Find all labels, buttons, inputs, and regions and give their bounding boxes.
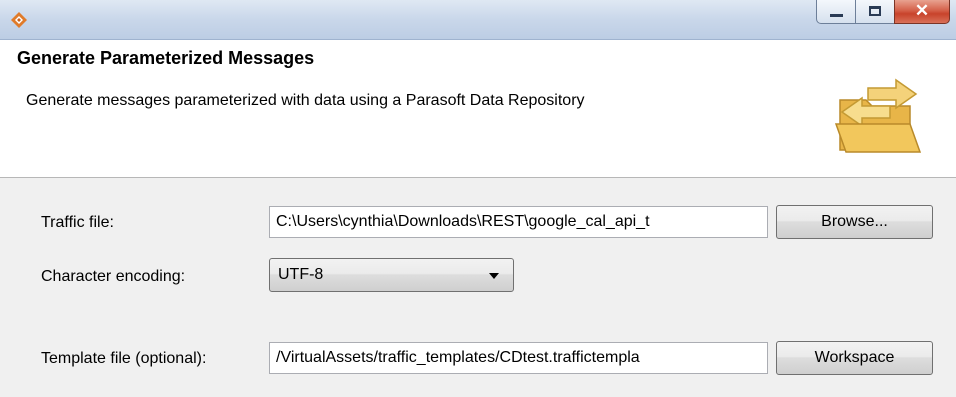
- chevron-down-icon: [489, 273, 499, 279]
- character-encoding-label: Character encoding:: [41, 268, 186, 285]
- traffic-file-label: Traffic file:: [41, 214, 114, 231]
- open-folder-arrows-icon: [834, 78, 922, 153]
- window-title-bar[interactable]: ✕: [0, 0, 956, 40]
- minimize-icon: [830, 14, 843, 17]
- character-encoding-value: UTF-8: [278, 266, 324, 283]
- maximize-icon: [869, 6, 881, 16]
- traffic-file-input[interactable]: C:\Users\cynthia\Downloads\REST\google_c…: [269, 206, 768, 238]
- page-title: Generate Parameterized Messages: [17, 48, 315, 68]
- template-file-label: Template file (optional):: [41, 350, 207, 367]
- browse-button[interactable]: Browse...: [776, 205, 933, 239]
- maximize-button[interactable]: [855, 0, 895, 24]
- character-encoding-select[interactable]: UTF-8: [269, 258, 514, 292]
- minimize-button[interactable]: [816, 0, 856, 24]
- page-description: Generate messages parameterized with dat…: [26, 92, 585, 109]
- close-icon: ✕: [914, 1, 930, 20]
- app-logo-icon: [11, 12, 27, 28]
- template-file-input[interactable]: /VirtualAssets/traffic_templates/CDtest.…: [269, 342, 768, 374]
- close-button[interactable]: ✕: [894, 0, 950, 24]
- workspace-button[interactable]: Workspace: [776, 341, 933, 375]
